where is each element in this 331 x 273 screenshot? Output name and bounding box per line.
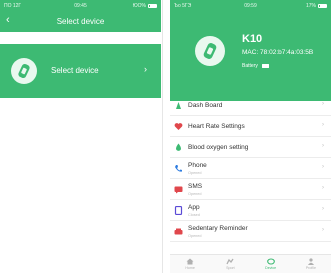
watch-band-icon — [195, 36, 225, 66]
nav-bar: ‹ Select device — [0, 11, 161, 32]
sms-icon — [174, 185, 183, 194]
chevron-right-icon: › — [144, 64, 147, 74]
profile-icon — [307, 258, 315, 265]
menu-item-sedentary[interactable]: Sedentary Reminder Opened › — [170, 221, 331, 242]
device-name: K10 — [242, 33, 263, 45]
chevron-right-icon: › — [322, 101, 324, 107]
menu-item-sms[interactable]: SMS Opened › — [170, 179, 331, 200]
tab-home[interactable]: Home — [170, 255, 210, 273]
device-detail-screen: Ъо 5ГЭ 09:59 17% K10 MAC: 78:02:b7:4a:03… — [170, 0, 331, 273]
watch-band-icon — [11, 58, 37, 84]
menu-label: Dash Board — [188, 102, 223, 109]
menu-status: Opened — [188, 234, 202, 238]
chevron-right-icon: › — [322, 122, 324, 128]
heart-icon — [174, 122, 183, 131]
tab-bar: Home Sport Device Profile — [170, 254, 331, 273]
device-mac: MAC: 78:02:b7:4a:03:5B — [242, 49, 314, 56]
app-icon — [174, 206, 183, 215]
battery-label: Battery — [242, 63, 258, 69]
phone-icon — [174, 164, 183, 173]
status-bar: Ъо 5ГЭ 09:59 17% — [170, 0, 331, 11]
menu-label: Blood oxygen setting — [188, 144, 249, 151]
tab-device[interactable]: Device — [251, 255, 291, 273]
menu-item-dashboard[interactable]: Dash Board › — [170, 95, 331, 116]
battery-icon — [148, 3, 157, 8]
device-battery: Battery — [242, 63, 269, 69]
select-device-screen: ПО 12Г 09:45 ЮО% ‹ Select device Select … — [0, 0, 161, 273]
menu-item-heart-rate[interactable]: Heart Rate Settings › — [170, 116, 331, 137]
select-device-card[interactable]: Select device › — [0, 44, 161, 98]
chevron-right-icon: › — [322, 164, 324, 170]
menu-status: Opened — [188, 192, 202, 196]
tab-label: Device — [265, 266, 277, 270]
menu-label: Phone — [188, 162, 207, 169]
chevron-right-icon: › — [322, 143, 324, 149]
page-title: Select device — [56, 17, 105, 26]
menu-label: App — [188, 204, 200, 211]
screen-divider — [162, 0, 163, 273]
tab-sport[interactable]: Sport — [210, 255, 250, 273]
status-time: 09:45 — [74, 2, 87, 9]
sedentary-icon — [174, 227, 183, 236]
tab-label: Sport — [226, 266, 235, 270]
status-bar: ПО 12Г 09:45 ЮО% — [0, 0, 161, 11]
tab-profile[interactable]: Profile — [291, 255, 331, 273]
battery-icon — [261, 64, 269, 68]
menu-label: Sedentary Reminder — [188, 225, 248, 232]
menu-status: Opened — [188, 171, 202, 175]
menu-label: Heart Rate Settings — [188, 123, 245, 130]
tab-label: Home — [185, 266, 195, 270]
device-header: Ъо 5ГЭ 09:59 17% K10 MAC: 78:02:b7:4a:03… — [170, 0, 331, 101]
menu-label: SMS — [188, 183, 203, 190]
chevron-right-icon: › — [322, 227, 324, 233]
menu-item-app[interactable]: App Closed › — [170, 200, 331, 221]
status-time: 09:59 — [244, 2, 257, 9]
menu-status: Closed — [188, 213, 200, 217]
chevron-right-icon: › — [322, 206, 324, 212]
select-device-label: Select device — [51, 66, 99, 75]
dashboard-icon — [174, 101, 183, 110]
drop-icon — [174, 143, 183, 152]
device-icon — [266, 258, 275, 265]
tab-label: Profile — [305, 266, 316, 270]
settings-list: Dash Board › Heart Rate Settings › Blood… — [170, 95, 331, 242]
menu-item-blood-oxygen[interactable]: Blood oxygen setting › — [170, 137, 331, 158]
chevron-left-icon[interactable]: ‹ — [6, 15, 10, 26]
home-icon — [186, 258, 194, 265]
sport-icon — [226, 258, 234, 265]
chevron-right-icon: › — [322, 185, 324, 191]
battery-icon — [318, 3, 327, 8]
menu-item-phone[interactable]: Phone Opened › — [170, 158, 331, 179]
